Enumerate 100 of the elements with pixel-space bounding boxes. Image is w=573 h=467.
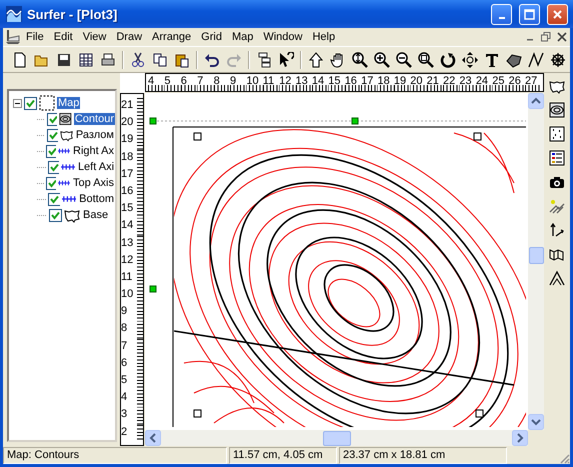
pointer-arrow-icon[interactable] [308, 52, 324, 68]
minimize-icon [498, 16, 504, 18]
scroll-right-button[interactable] [512, 430, 528, 446]
scroll-thumb[interactable] [322, 430, 350, 446]
ruler-number: 12 [279, 74, 296, 91]
tree-item-label[interactable]: Bottom [78, 193, 115, 205]
ruler-number: 9 [121, 304, 143, 322]
maximize-button[interactable] [519, 4, 540, 24]
ruler-number: 17 [121, 166, 143, 184]
scroll-left-button[interactable] [145, 430, 161, 446]
ruler-number: 24 [476, 74, 492, 91]
symbol-icon[interactable] [550, 52, 566, 68]
menu-item[interactable]: Edit [48, 31, 78, 43]
checkbox[interactable] [47, 128, 58, 142]
camera-icon[interactable] [549, 174, 565, 190]
menu-item[interactable]: Help [307, 31, 340, 43]
text-tool-icon[interactable] [484, 52, 500, 68]
ruler-number: 15 [121, 201, 143, 218]
menu-item[interactable]: Window [258, 31, 308, 43]
checkbox[interactable] [46, 112, 58, 126]
zoom-in-icon[interactable] [374, 52, 390, 68]
scroll-down-button[interactable] [528, 414, 544, 430]
vector-map-icon[interactable] [549, 222, 565, 238]
window-title: Surfer - [Plot3] [27, 6, 118, 22]
checkbox[interactable] [48, 160, 60, 174]
ruler-number: 10 [246, 74, 263, 91]
ruler-number: 2 [121, 424, 143, 442]
tree-item-label[interactable]: Top Axis [72, 177, 115, 189]
map-frame-icon [39, 95, 55, 111]
restore-document-button[interactable] [541, 32, 551, 42]
close-button[interactable] [547, 4, 568, 24]
tree-item-label[interactable]: Left Axi [76, 161, 115, 173]
printer-icon[interactable] [100, 52, 116, 68]
selection-handle[interactable] [150, 118, 156, 124]
menu-item[interactable]: Grid [196, 31, 227, 43]
menu-item[interactable]: Map [226, 31, 258, 43]
checkbox[interactable] [24, 96, 37, 110]
tree-item-label[interactable]: Base [82, 209, 110, 221]
tree-item-label[interactable]: Contour [74, 113, 115, 125]
menu-item[interactable]: Arrange [147, 31, 196, 43]
zoom-out-icon[interactable] [396, 52, 412, 68]
surface-icon[interactable] [549, 270, 565, 286]
ruler-number: 15 [328, 74, 345, 91]
ruler-number: 21 [121, 98, 143, 116]
ruler-number: 8 [214, 74, 230, 91]
ruler-number: 5 [164, 74, 181, 91]
ruler-number: 19 [121, 132, 143, 150]
tree-item-label[interactable]: Map [57, 97, 80, 109]
close-document-button[interactable] [557, 32, 567, 42]
shaded-relief-icon[interactable] [549, 198, 565, 214]
contour-map-icon[interactable] [549, 102, 565, 118]
checkbox[interactable] [46, 144, 56, 158]
checkbox[interactable] [46, 176, 56, 190]
object-tree-icon[interactable] [256, 52, 272, 68]
minimize-button[interactable] [491, 4, 512, 24]
scroll-thumb[interactable] [528, 247, 544, 264]
ruler-number: 16 [121, 184, 143, 202]
menu-item[interactable]: Draw [111, 31, 148, 43]
ruler-number: 10 [121, 287, 143, 304]
tree-item-label[interactable]: Разлом [74, 129, 115, 141]
ruler-number: 14 [312, 74, 328, 91]
checkbox[interactable] [48, 192, 60, 206]
paste-icon[interactable] [174, 52, 190, 68]
ruler-number: 16 [344, 74, 362, 91]
ruler-number: 4 [121, 390, 143, 408]
classed-post-map-icon[interactable] [549, 150, 565, 166]
ruler-number: 7 [197, 74, 214, 91]
polygon-icon[interactable] [506, 52, 522, 68]
selection-handle[interactable] [150, 286, 156, 292]
ruler-number: 5 [121, 373, 143, 390]
ruler-number: 6 [121, 356, 143, 373]
post-map-icon[interactable] [549, 126, 565, 142]
collapse-toggle-icon[interactable] [13, 98, 22, 108]
undo-arrow-icon[interactable] [204, 52, 220, 68]
ruler-number: 12 [121, 252, 143, 270]
polyline-icon[interactable] [528, 52, 544, 68]
scissors-icon[interactable] [130, 52, 146, 68]
ruler-number: 13 [296, 74, 312, 91]
ruler-number: 20 [410, 74, 427, 91]
checkbox[interactable] [49, 208, 62, 222]
ruler-number: 13 [121, 236, 143, 253]
zoom-realtime-icon[interactable] [352, 52, 368, 68]
status-text: 11.57 cm, 4.05 cm [229, 447, 337, 464]
copy-icon[interactable] [152, 52, 168, 68]
zoom-page-icon[interactable] [418, 52, 434, 68]
scroll-up-button[interactable] [528, 93, 544, 109]
selection-handle[interactable] [352, 118, 358, 124]
new-document-icon[interactable] [12, 52, 28, 68]
resize-grip-icon[interactable] [558, 452, 570, 464]
ruler-number: 9 [230, 74, 246, 91]
move-icon[interactable] [462, 52, 478, 68]
menu-item[interactable]: File [21, 31, 49, 43]
ruler-number: 22 [443, 74, 460, 91]
help-pointer-icon[interactable] [278, 52, 294, 68]
rotate-icon[interactable] [440, 52, 456, 68]
tree-item-label[interactable]: Right Ax [72, 145, 115, 157]
worksheet-icon[interactable] [78, 52, 94, 68]
ruler-number: 25 [492, 74, 509, 91]
menu-item[interactable]: View [78, 31, 112, 43]
status-text: Map: Contours [3, 447, 227, 464]
